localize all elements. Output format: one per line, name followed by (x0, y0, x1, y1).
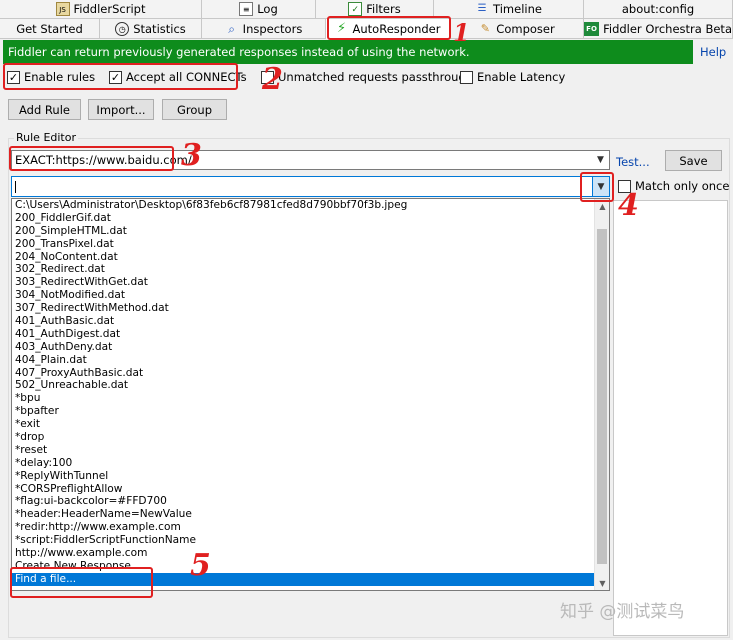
tab-get-started[interactable]: Get Started (0, 19, 100, 39)
response-panel (613, 200, 728, 636)
dropdown-item[interactable]: http://www.example.com (12, 547, 595, 560)
unmatched-passthrough-checkbox[interactable]: Unmatched requests passthrough (261, 70, 473, 84)
dropdown-item[interactable]: 401_AuthBasic.dat (12, 315, 595, 328)
dropdown-item[interactable]: 204_NoContent.dat (12, 251, 595, 264)
scroll-down-icon[interactable]: ▼ (595, 576, 609, 590)
dropdown-item[interactable]: *bpafter (12, 405, 595, 418)
action-combo[interactable]: ▼ (11, 176, 610, 197)
add-rule-button[interactable]: Add Rule (8, 99, 81, 120)
dropdown-item[interactable]: 304_NotModified.dat (12, 289, 595, 302)
dropdown-item[interactable]: 303_RedirectWithGet.dat (12, 276, 595, 289)
dropdown-item[interactable]: 200_TransPixel.dat (12, 238, 595, 251)
watermark: 知乎 @测试菜鸟 (560, 602, 685, 622)
annotation-box-2 (3, 63, 238, 90)
dropdown-item[interactable]: *header:HeaderName=NewValue (12, 508, 595, 521)
annotation-box-1 (327, 16, 451, 40)
dropdown-item[interactable]: 302_Redirect.dat (12, 263, 595, 276)
log-icon: ≡ (239, 2, 254, 16)
tab-about-config[interactable]: about:config (584, 0, 733, 19)
tab-log[interactable]: ≡ Log (202, 0, 316, 19)
inspectors-icon: ⌕ (228, 21, 236, 36)
dropdown-item[interactable]: 403_AuthDeny.dat (12, 341, 595, 354)
annotation-box-5 (10, 567, 153, 598)
response-dropdown-list[interactable]: C:\Users\Administrator\Desktop\6f83feb6c… (11, 198, 610, 591)
import-button[interactable]: Import... (88, 99, 154, 120)
tab-timeline[interactable]: ☰ Timeline (434, 0, 584, 19)
dropdown-item[interactable]: C:\Users\Administrator\Desktop\6f83feb6c… (12, 199, 595, 212)
help-link[interactable]: Help (700, 45, 726, 59)
scroll-thumb[interactable] (597, 229, 607, 564)
annotation-number-5: 5 (190, 548, 211, 583)
dropdown-item[interactable]: 502_Unreachable.dat (12, 379, 595, 392)
dropdown-item[interactable]: *delay:100 (12, 457, 595, 470)
tab-fiddlerscript[interactable]: JS FiddlerScript (0, 0, 202, 19)
dropdown-item[interactable]: 200_SimpleHTML.dat (12, 225, 595, 238)
enable-latency-checkbox[interactable]: Enable Latency (460, 70, 565, 84)
tab-composer[interactable]: ✎ Composer (450, 19, 584, 39)
info-bar-text: Fiddler can return previously generated … (8, 45, 470, 59)
timeline-icon: ☰ (477, 3, 487, 14)
dropdown-item[interactable]: *CORSPreflightAllow (12, 483, 595, 496)
dropdown-item[interactable]: *script:FiddlerScriptFunctionName (12, 534, 595, 547)
composer-icon: ✎ (480, 21, 490, 35)
dropdown-item[interactable]: 407_ProxyAuthBasic.dat (12, 367, 595, 380)
filters-checkbox-icon: ✓ (348, 2, 363, 16)
stopwatch-icon: ◷ (115, 21, 130, 36)
dropdown-item[interactable]: 404_Plain.dat (12, 354, 595, 367)
tab-inspectors[interactable]: ⌕ Inspectors (202, 19, 326, 39)
annotation-number-4: 4 (618, 188, 639, 223)
dropdown-item[interactable]: *drop (12, 431, 595, 444)
info-bar: Fiddler can return previously generated … (3, 40, 693, 64)
save-button[interactable]: Save (665, 150, 722, 171)
fo-icon: FO (584, 21, 600, 36)
dropdown-item[interactable]: 200_FiddlerGif.dat (12, 212, 595, 225)
action-value[interactable] (15, 180, 16, 193)
chevron-down-icon[interactable]: ▼ (592, 151, 609, 169)
dropdown-item[interactable]: *reset (12, 444, 595, 457)
dropdown-item[interactable]: *ReplyWithTunnel (12, 470, 595, 483)
dropdown-item[interactable]: *bpu (12, 392, 595, 405)
rule-editor-label: Rule Editor (14, 131, 78, 144)
tab-statistics[interactable]: ◷ Statistics (100, 19, 202, 39)
dropdown-scrollbar[interactable]: ▲ ▼ (594, 199, 609, 590)
js-script-icon: JS (55, 2, 70, 16)
dropdown-item[interactable]: *redir:http://www.example.com (12, 521, 595, 534)
annotation-number-3: 3 (181, 138, 202, 173)
tab-fiddler-orchestra[interactable]: FO Fiddler Orchestra Beta (584, 19, 733, 39)
dropdown-item[interactable]: *flag:ui-backcolor=#FFD700 (12, 495, 595, 508)
test-link[interactable]: Test... (616, 155, 650, 169)
annotation-number-2: 2 (262, 62, 283, 97)
annotation-number-1: 1 (453, 18, 470, 47)
dropdown-item[interactable]: *exit (12, 418, 595, 431)
annotation-box-4 (580, 172, 614, 202)
dropdown-item[interactable]: 401_AuthDigest.dat (12, 328, 595, 341)
annotation-box-3 (9, 146, 174, 171)
group-button[interactable]: Group (162, 99, 227, 120)
dropdown-item[interactable]: 307_RedirectWithMethod.dat (12, 302, 595, 315)
